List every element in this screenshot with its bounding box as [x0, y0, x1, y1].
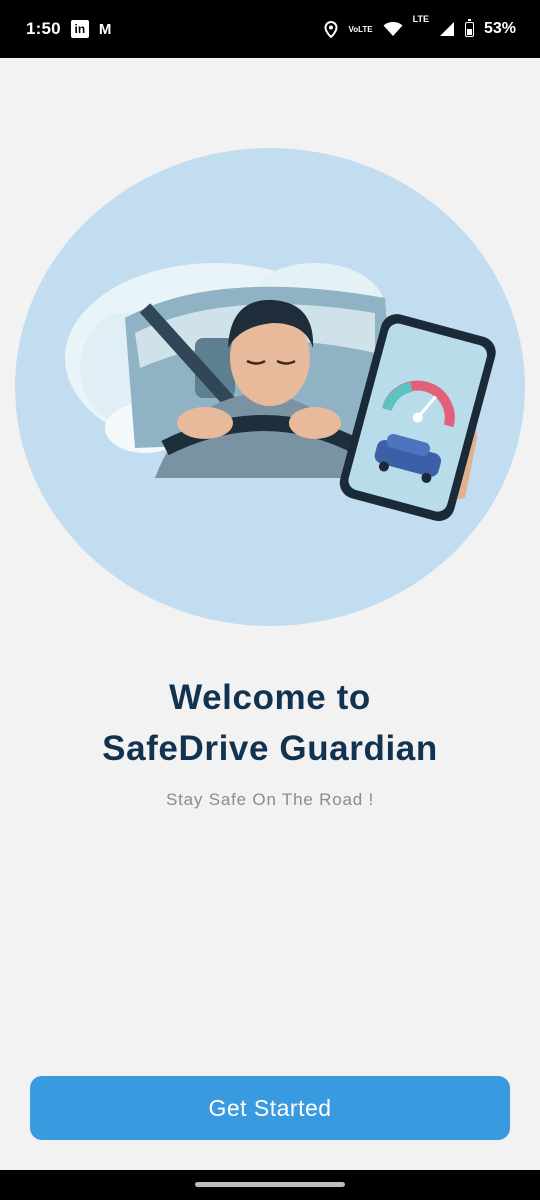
volte-top-text: Vo	[348, 24, 359, 34]
cell-signal-icon	[439, 21, 455, 37]
get-started-button[interactable]: Get Started	[30, 1076, 510, 1140]
welcome-title: Welcome to SafeDrive Guardian	[0, 672, 540, 774]
status-bar: 1:50 in M Vo LTE LTE 53%	[0, 0, 540, 58]
battery-percent: 53%	[483, 20, 516, 37]
tagline: Stay Safe On The Road !	[165, 790, 375, 809]
volte-icon: Vo LTE	[348, 25, 372, 34]
status-time: 1:50	[26, 19, 61, 38]
lte-icon: LTE	[412, 14, 429, 24]
linkedin-icon: in	[70, 20, 89, 38]
navigation-bar	[0, 1170, 540, 1200]
gmail-icon: M	[98, 20, 112, 38]
wifi-icon	[383, 21, 403, 37]
app-name: SafeDrive Guardian	[102, 729, 438, 768]
status-right: Vo LTE LTE 53%	[324, 14, 516, 38]
drowsy-driver-illustration	[65, 263, 496, 522]
location-icon	[324, 20, 338, 38]
home-gesture-handle[interactable]	[195, 1182, 345, 1187]
status-left: 1:50 in M	[26, 19, 111, 39]
battery-icon	[464, 18, 474, 37]
battery-fill	[466, 28, 472, 35]
volte-bottom-text: LTE	[358, 24, 373, 34]
welcome-line-1: Welcome to	[169, 678, 371, 717]
hero-illustration	[15, 148, 525, 626]
